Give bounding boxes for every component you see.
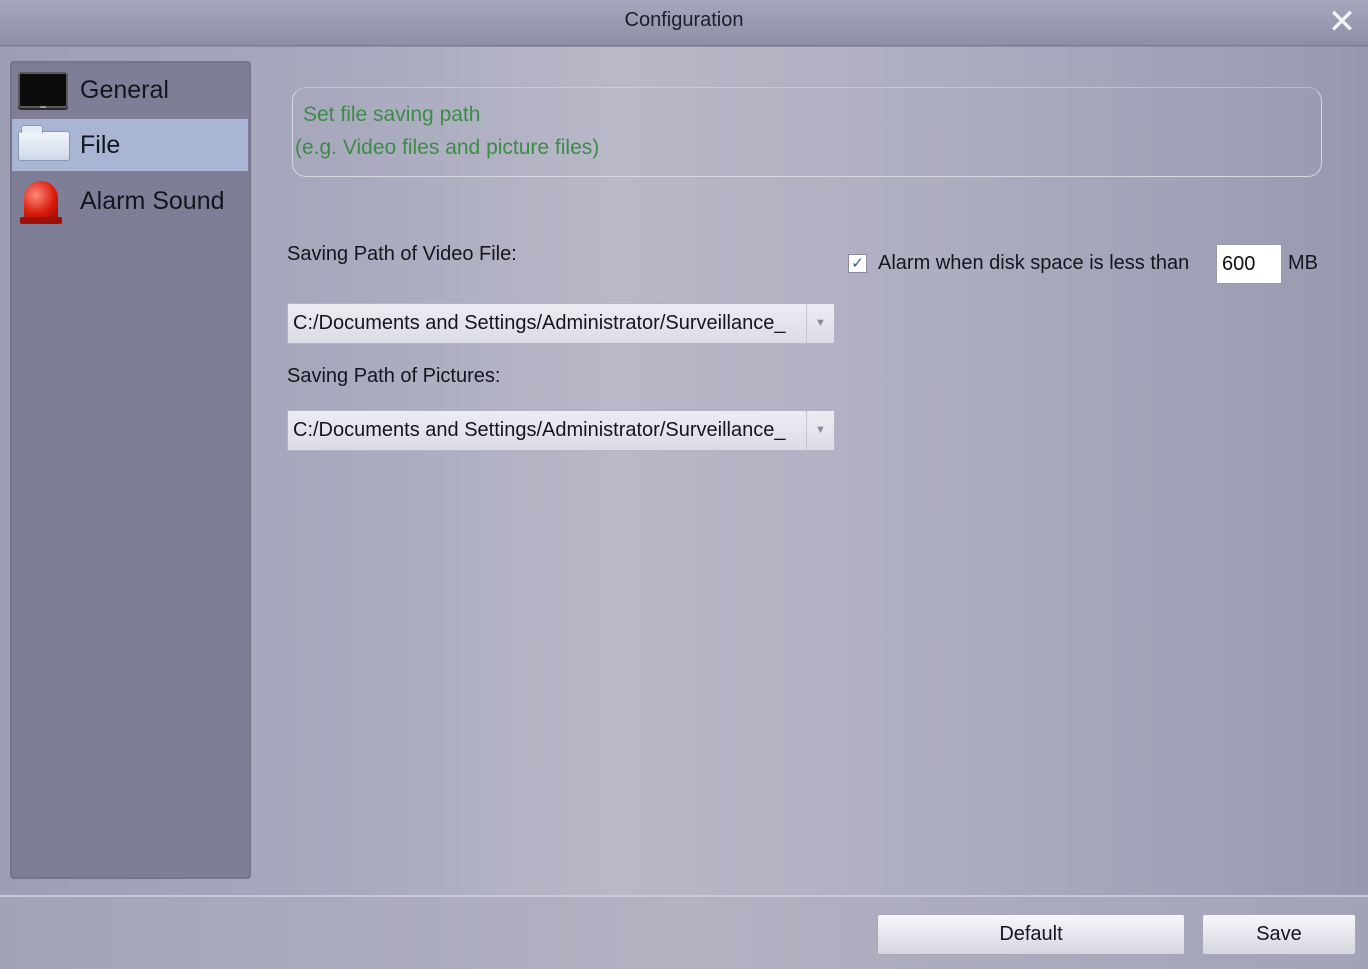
hint-title: Set file saving path	[303, 103, 481, 126]
sidebar-item-alarm-sound[interactable]: Alarm Sound	[12, 175, 248, 227]
picture-path-select[interactable]: C:/Documents and Settings/Administrator/…	[287, 410, 835, 451]
main-panel: General File Alarm Sound Set file saving…	[0, 47, 1368, 895]
sidebar-item-file[interactable]: File	[12, 119, 248, 171]
hint-description: (e.g. Video files and picture files)	[295, 136, 600, 159]
disk-alarm-label: Alarm when disk space is less than	[878, 252, 1190, 274]
video-path-select[interactable]: C:/Documents and Settings/Administrator/…	[287, 303, 835, 344]
default-button[interactable]: Default	[877, 914, 1185, 955]
sidebar-item-label: File	[80, 130, 121, 159]
picture-path-value: C:/Documents and Settings/Administrator/…	[293, 419, 786, 441]
disk-unit-label: MB	[1288, 252, 1318, 274]
sidebar-item-general[interactable]: General	[12, 64, 248, 116]
sidebar: General File Alarm Sound	[10, 61, 251, 879]
siren-icon	[12, 175, 68, 227]
window-title: Configuration	[624, 9, 744, 31]
sidebar-item-label: General	[80, 75, 169, 104]
chevron-down-icon[interactable]: ▼	[806, 411, 834, 450]
footer: Default Save	[0, 895, 1368, 969]
disk-alarm-checkbox[interactable]: ✓	[848, 254, 867, 273]
monitor-icon	[12, 64, 68, 116]
sidebar-item-label: Alarm Sound	[80, 186, 225, 215]
video-path-label: Saving Path of Video File:	[287, 243, 517, 265]
disk-threshold-input[interactable]	[1216, 244, 1282, 284]
video-path-value: C:/Documents and Settings/Administrator/…	[293, 312, 786, 334]
picture-path-label: Saving Path of Pictures:	[287, 365, 501, 387]
chevron-down-icon[interactable]: ▼	[806, 304, 834, 343]
hint-box: Set file saving path (e.g. Video files a…	[292, 87, 1322, 177]
close-icon[interactable]: ✕	[1324, 4, 1360, 40]
title-bar: Configuration ✕	[0, 0, 1368, 46]
save-button[interactable]: Save	[1202, 914, 1356, 955]
folder-icon	[12, 119, 70, 171]
